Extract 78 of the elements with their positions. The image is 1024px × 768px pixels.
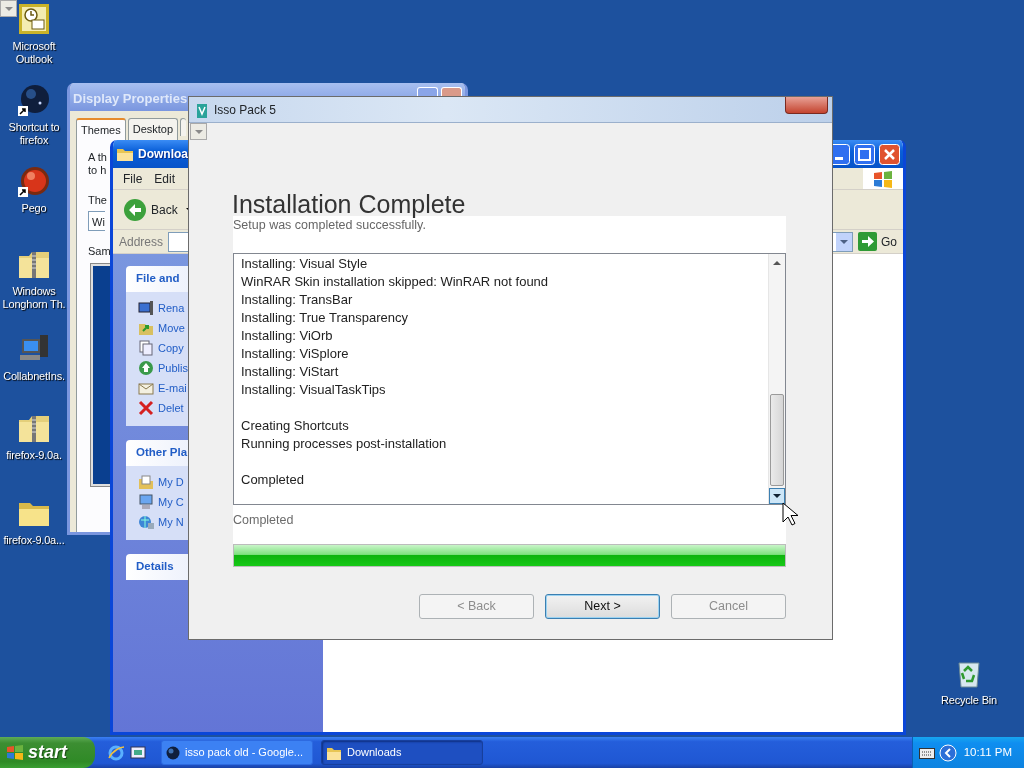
task-link[interactable]: Publis [158,359,188,377]
task-link[interactable]: E-mai [158,379,187,397]
globe-icon [166,745,180,760]
log-line: Installing: TransBar [241,291,354,309]
chevron-icon[interactable] [938,743,957,762]
windows-logo-icon [6,743,24,762]
description-text: A th to h [88,150,107,177]
field-label: Address [119,233,164,251]
task-link[interactable]: My N [158,513,184,531]
wizard-button[interactable]: Next > [545,594,660,619]
start-button[interactable]: start [0,737,95,768]
panel-header[interactable]: Other Pla [126,440,188,466]
task-link[interactable]: My C [158,493,184,511]
tab[interactable]: Themes [76,118,126,141]
log-line: Installing: ViSplore [241,345,350,363]
dropdown-button[interactable] [0,0,17,17]
help-button[interactable] [417,87,438,96]
page-heading: Installation Complete [232,190,467,218]
go-button[interactable]: Go [858,232,897,251]
task-link[interactable]: Rena [158,299,185,317]
panel-header[interactable]: Details [126,554,188,580]
dropdown-button[interactable] [836,232,852,251]
icon-label[interactable]: firefox-9.0a... [0,534,73,547]
icon-label[interactable]: Recycle Bin [941,694,997,707]
log-line: Creating Shortcuts [241,417,350,435]
log-line: Completed [241,471,305,489]
task-link[interactable]: My D [158,473,184,491]
desktop-icon[interactable] [129,743,147,762]
clock-text: 10:11 PM [963,744,1012,760]
log-line: Installing: Visual Style [241,255,369,273]
keyboard-icon[interactable] [918,746,935,759]
task-link[interactable]: Copy [158,339,184,357]
log-line: Running processes post-installation [241,435,448,453]
window-title: Downloa [138,146,188,163]
maximize-button[interactable] [854,143,875,165]
folder-icon [116,146,134,162]
monitor-icon [138,300,154,316]
cross-icon [138,400,154,416]
log-line: WinRAR Skin installation skipped: WinRAR not found [241,273,550,291]
pages-icon [138,340,154,356]
field-label: Sam [88,244,111,259]
scroll-down-button[interactable] [769,488,785,504]
windows-logo-icon [872,169,894,188]
envelope-icon [138,380,154,396]
tab[interactable]: Desktop [127,118,179,140]
close-button[interactable] [785,97,828,114]
scroll-thumb[interactable] [770,394,784,486]
task-link[interactable]: Delet [158,399,184,417]
app-icon [196,101,208,118]
panel-header[interactable]: File and [126,266,188,292]
clock-icon[interactable] [18,3,50,35]
back-button[interactable]: Back [123,197,178,222]
network-icon [138,514,154,530]
field-label: The [88,192,107,208]
menu-item[interactable]: File [123,169,143,188]
subtitle-text: Setup was completed successfully. [233,218,427,232]
window-title: Display Properties [73,90,188,108]
log-line: Installing: ViOrb [241,327,334,345]
tab[interactable] [180,118,187,136]
icon-label[interactable]: Microsoft Outlook [0,40,73,66]
ball-icon[interactable] [18,165,50,197]
globe-icon[interactable] [18,84,50,116]
log-line: Installing: True Transparency [241,309,409,327]
folder-icon [326,745,342,760]
log-line: Installing: ViStart [241,363,340,381]
task-link[interactable]: Move [158,319,185,337]
taskbar-button[interactable]: Downloads [321,740,483,765]
globe-icon [138,360,154,376]
computer-icon [138,494,154,510]
log-line: Installing: VisualTaskTips [241,381,387,399]
theme-select[interactable]: Wi [88,211,105,231]
browser-icon[interactable] [107,743,125,762]
folder-icon [138,474,154,490]
window-title: Isso Pack 5 [214,101,277,119]
status-text: Completed [233,513,295,528]
taskbar-button[interactable]: isso pack old - Google... [161,740,313,765]
dropdown-button[interactable] [190,123,207,140]
menu-item[interactable]: Edit [154,169,176,188]
